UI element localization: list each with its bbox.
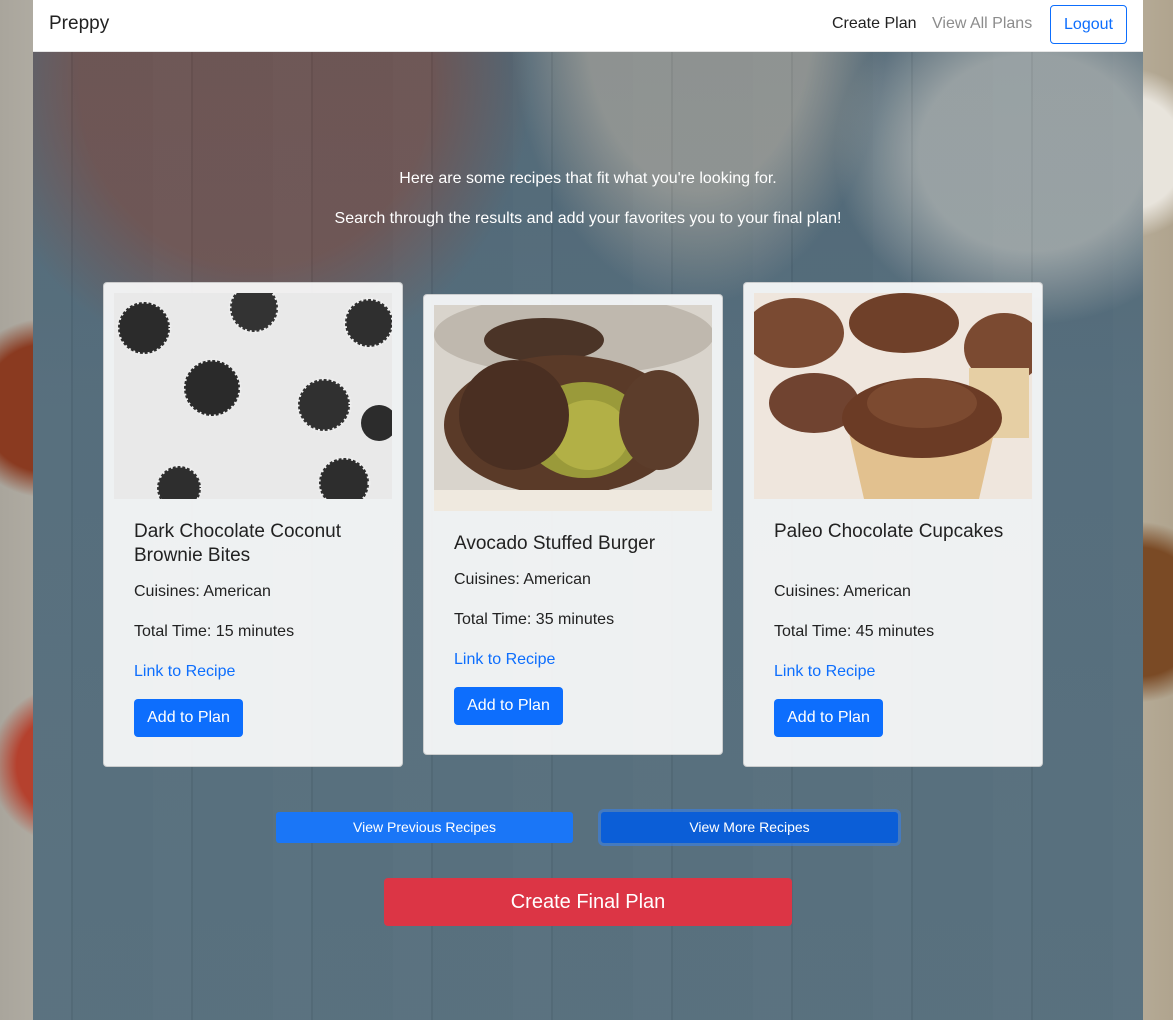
recipe-card: Paleo Chocolate Cupcakes Cuisines: Ameri… (743, 282, 1043, 767)
add-to-plan-button[interactable]: Add to Plan (454, 687, 563, 725)
nav-create-plan[interactable]: Create Plan (832, 14, 917, 34)
recipe-image (754, 293, 1032, 499)
recipe-card: Dark Chocolate Coconut Brownie Bites Cui… (103, 282, 403, 767)
recipe-total-time: Total Time: 45 minutes (774, 623, 935, 640)
page-background: Preppy Create Plan View All Plans Logout… (33, 0, 1143, 1020)
recipe-cuisines: Cuisines: American (774, 583, 911, 600)
recipe-card: Avocado Stuffed Burger Cuisines: America… (423, 294, 723, 755)
add-to-plan-button[interactable]: Add to Plan (134, 699, 243, 737)
logout-button[interactable]: Logout (1050, 5, 1127, 44)
recipe-title: Avocado Stuffed Burger (454, 533, 656, 554)
add-to-plan-button[interactable]: Add to Plan (774, 699, 883, 737)
recipe-link[interactable]: Link to Recipe (774, 662, 875, 682)
intro-text: Here are some recipes that fit what you'… (399, 170, 777, 187)
view-more-recipes-button[interactable]: View More Recipes (601, 812, 898, 843)
recipe-image (114, 293, 392, 499)
recipe-link[interactable]: Link to Recipe (454, 650, 555, 670)
recipe-cuisines: Cuisines: American (134, 583, 271, 600)
intro-instructions: Search through the results and add your … (334, 210, 842, 227)
recipe-total-time: Total Time: 15 minutes (134, 623, 295, 640)
recipe-cuisines: Cuisines: American (454, 571, 591, 588)
recipe-title: Dark Chocolate Coconut Brownie Bites (134, 521, 341, 566)
brand-logo[interactable]: Preppy (49, 12, 109, 36)
navbar: Preppy Create Plan View All Plans Logout (33, 0, 1143, 52)
recipe-link[interactable]: Link to Recipe (134, 662, 235, 682)
view-previous-recipes-button[interactable]: View Previous Recipes (276, 812, 573, 843)
recipe-total-time: Total Time: 35 minutes (454, 611, 615, 628)
create-final-plan-button[interactable]: Create Final Plan (384, 878, 792, 926)
recipe-title: Paleo Chocolate Cupcakes (774, 521, 1004, 542)
recipe-image (434, 305, 712, 511)
nav-view-all-plans[interactable]: View All Plans (932, 14, 1032, 34)
